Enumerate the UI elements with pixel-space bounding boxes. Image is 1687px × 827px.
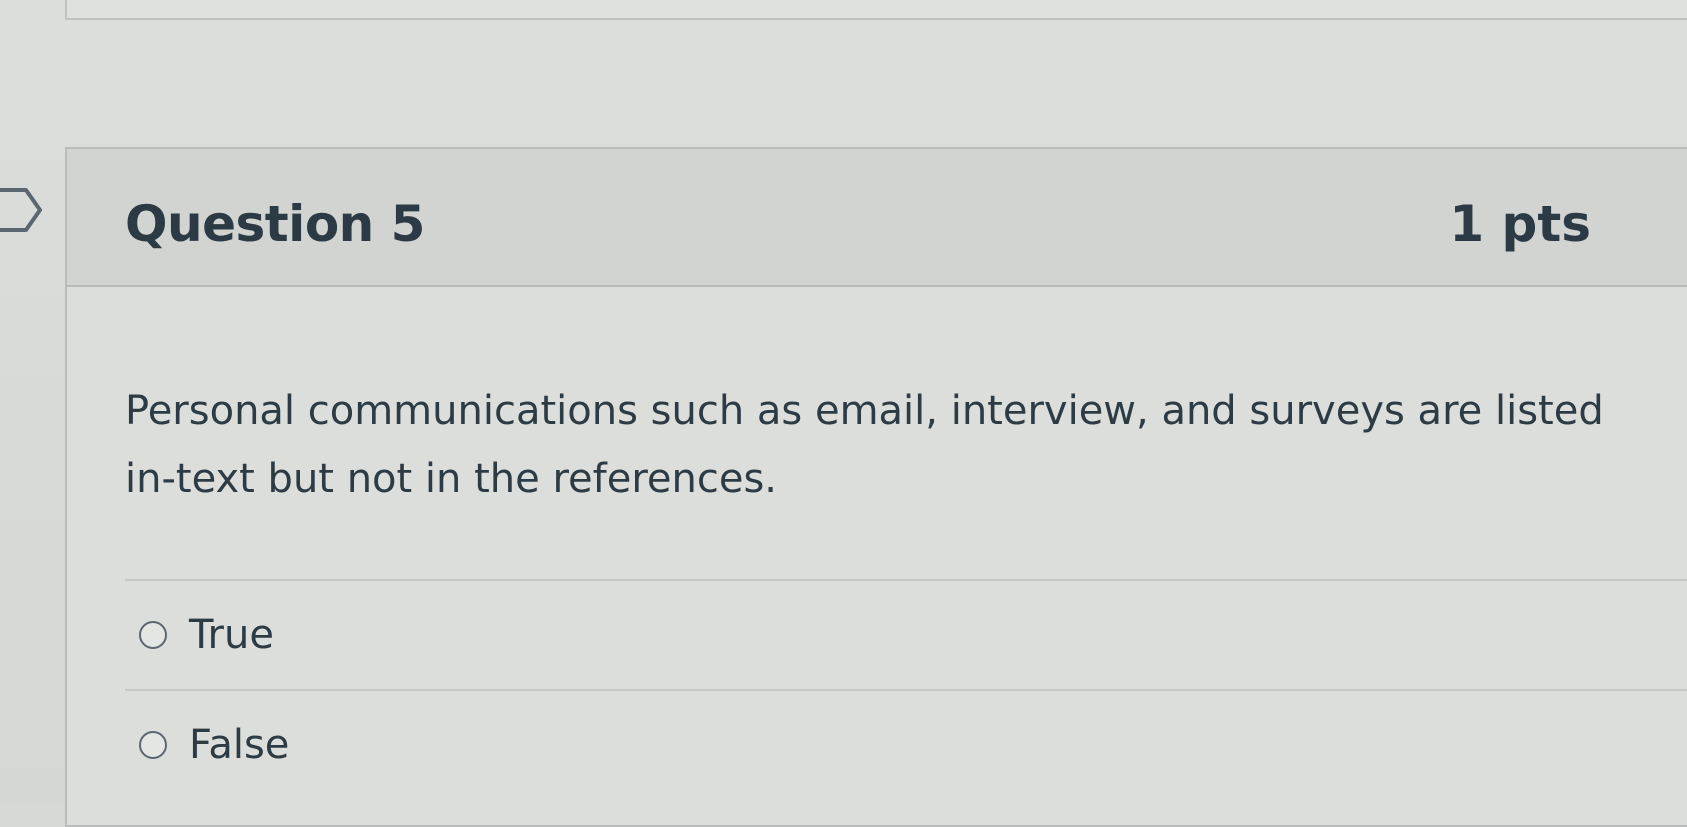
previous-question-card [65, 0, 1687, 20]
radio-unselected-icon[interactable] [139, 731, 167, 759]
answer-option-false[interactable]: False [125, 689, 1687, 799]
flag-question-icon[interactable] [0, 182, 46, 238]
question-text: Personal communications such as email, i… [125, 388, 1604, 502]
answer-label-true[interactable]: True [189, 612, 274, 658]
question-card: Question 5 1 pts Personal communications… [65, 147, 1687, 827]
answer-label-false[interactable]: False [189, 722, 289, 768]
radio-unselected-icon[interactable] [139, 621, 167, 649]
answer-list: True False [125, 579, 1687, 799]
answer-option-true[interactable]: True [125, 579, 1687, 689]
question-points: 1 pts [1449, 195, 1591, 253]
question-title: Question 5 [125, 195, 425, 253]
question-header: Question 5 1 pts [67, 149, 1687, 287]
